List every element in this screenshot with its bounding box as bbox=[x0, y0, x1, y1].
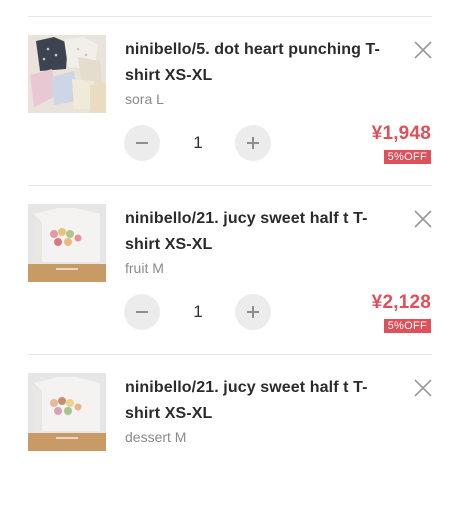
cart-list: ninibello/5. dot heart punching T-shirt … bbox=[0, 0, 460, 460]
product-price: ¥2,128 bbox=[371, 292, 431, 313]
plus-icon bbox=[247, 137, 259, 149]
product-title[interactable]: ninibello/21. jucy sweet half t T-shirt … bbox=[125, 206, 387, 258]
minus-icon bbox=[136, 142, 148, 144]
discount-badge: 5%OFF bbox=[383, 150, 431, 164]
product-price: ¥1,948 bbox=[371, 123, 431, 144]
product-thumbnail[interactable] bbox=[28, 35, 106, 113]
close-icon[interactable] bbox=[412, 208, 434, 230]
close-icon[interactable] bbox=[412, 377, 434, 399]
tshirt-pile-photo bbox=[28, 35, 106, 113]
product-variant: dessert M bbox=[125, 429, 187, 445]
product-thumbnail[interactable] bbox=[28, 204, 106, 282]
quantity-value: 1 bbox=[193, 133, 203, 152]
minus-icon bbox=[136, 311, 148, 313]
product-title[interactable]: ninibello/5. dot heart punching T-shirt … bbox=[125, 37, 387, 89]
decrease-quantity-button[interactable] bbox=[124, 294, 160, 330]
product-variant: fruit M bbox=[125, 260, 164, 276]
decrease-quantity-button[interactable] bbox=[124, 125, 160, 161]
cart-item: ninibello/21. jucy sweet half t T-shirt … bbox=[0, 186, 460, 354]
folded-tshirt-fruit-print-photo bbox=[28, 204, 106, 282]
cart-item: ninibello/21. jucy sweet half t T-shirt … bbox=[0, 355, 460, 523]
increase-quantity-button[interactable] bbox=[235, 125, 271, 161]
increase-quantity-button[interactable] bbox=[235, 294, 271, 330]
folded-tshirt-dessert-print-photo bbox=[28, 373, 106, 451]
quantity-value: 1 bbox=[193, 302, 203, 321]
product-variant: sora L bbox=[125, 91, 164, 107]
product-title[interactable]: ninibello/21. jucy sweet half t T-shirt … bbox=[125, 375, 387, 427]
plus-icon bbox=[247, 306, 259, 318]
product-thumbnail[interactable] bbox=[28, 373, 106, 451]
cart-item: ninibello/5. dot heart punching T-shirt … bbox=[0, 17, 460, 185]
close-icon[interactable] bbox=[412, 39, 434, 61]
discount-badge: 5%OFF bbox=[383, 319, 431, 333]
